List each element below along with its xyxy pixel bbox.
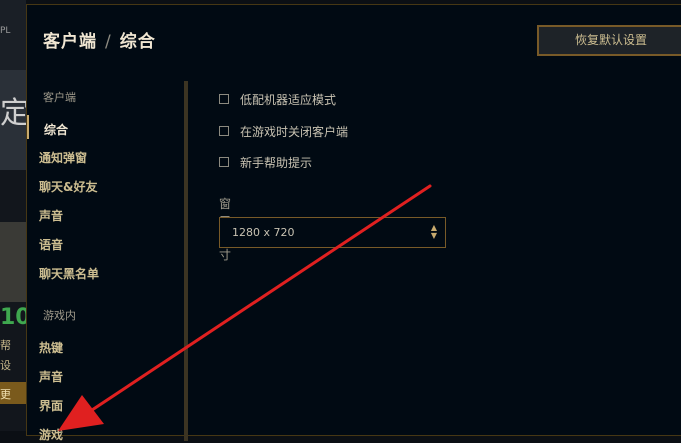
sidebar-section-client: 客户端 [43, 91, 76, 104]
chevron-up-down-icon: ▲ ▼ [430, 223, 437, 240]
sidebar-item-game[interactable]: 游戏 [39, 426, 63, 443]
restore-defaults-button[interactable]: 恢复默认设置 [537, 25, 681, 56]
sidebar-item-hotkeys[interactable]: 热键 [39, 339, 63, 356]
bg-image [0, 222, 26, 302]
checkbox-square-icon[interactable] [219, 157, 229, 167]
breadcrumb-current: 综合 [119, 32, 156, 52]
sidebar-item-chat-blocklist[interactable]: 聊天黑名单 [39, 265, 99, 282]
bg-text-top: PL [0, 26, 11, 36]
bg-text-a: 帮 [0, 339, 11, 352]
sidebar-item-general[interactable]: 综合 [44, 121, 68, 138]
checkbox-label: 新手帮助提示 [240, 156, 313, 170]
sidebar-item-chat-friends[interactable]: 聊天&好友 [39, 178, 97, 195]
sidebar-divider [184, 81, 188, 441]
breadcrumb-separator: / [105, 32, 112, 52]
breadcrumb-parent: 客户端 [43, 32, 97, 52]
sidebar-item-interface[interactable]: 界面 [39, 397, 63, 414]
window-size-select[interactable]: 1280 x 720 ▲ ▼ [219, 217, 446, 248]
bg-text-num: 10 [0, 305, 26, 330]
bg-text-big: 定 [0, 96, 26, 131]
modal-header: 客户端 / 综合 恢复默认设置 [27, 5, 681, 69]
window-size-value: 1280 x 720 [232, 226, 295, 239]
settings-modal: 客户端 / 综合 恢复默认设置 客户端 综合 通知弹窗 聊天&好友 声音 语音 聊天… [26, 4, 681, 442]
sidebar-item-notifications[interactable]: 通知弹窗 [39, 149, 87, 166]
bg-text-c: 更 [0, 388, 11, 401]
checkbox-label: 在游戏时关闭客户端 [240, 125, 349, 139]
sidebar-item-ingame-sound[interactable]: 声音 [39, 368, 63, 385]
bg-text-b: 设 [0, 359, 11, 372]
page-title: 客户端 / 综合 [43, 27, 156, 52]
sidebar-item-sound[interactable]: 声音 [39, 207, 63, 224]
active-indicator [27, 115, 29, 139]
settings-sidebar: 客户端 综合 通知弹窗 聊天&好友 声音 语音 聊天黑名单 游戏内 热键 声音 … [27, 81, 188, 443]
sidebar-section-ingame: 游戏内 [43, 309, 76, 322]
checkbox-label: 低配机器适应模式 [240, 93, 337, 107]
sidebar-item-voice[interactable]: 语音 [39, 236, 63, 253]
background-client: PL 定 10 帮 设 更 [0, 0, 26, 431]
checkbox-square-icon[interactable] [219, 94, 229, 104]
checkbox-square-icon[interactable] [219, 126, 229, 136]
